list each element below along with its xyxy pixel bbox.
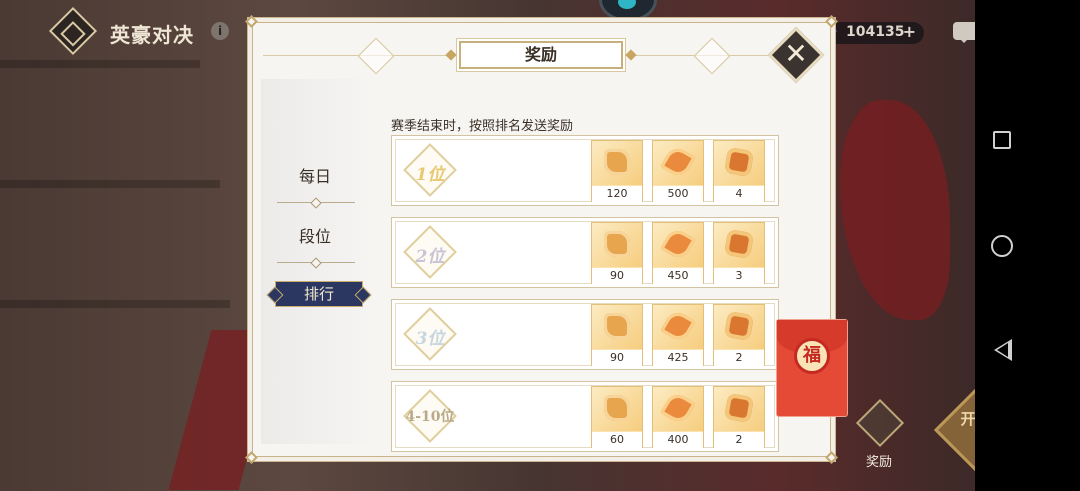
reward-quantity: 425 (653, 350, 703, 366)
reward-item[interactable]: 60 (591, 386, 643, 448)
puzzle-icon (604, 231, 630, 257)
sidebar-divider (277, 262, 355, 263)
fortune-seal-icon: 福 (794, 338, 830, 374)
reward-quantity: 120 (592, 186, 642, 202)
reward-item[interactable]: 425 (652, 304, 704, 366)
reward-art (592, 223, 642, 267)
reward-quantity: 60 (592, 432, 642, 448)
info-icon[interactable]: i (211, 22, 229, 40)
reward-quantity: 400 (653, 432, 703, 448)
sidebar-item-leaderboard[interactable]: 排行 (275, 281, 363, 307)
reward-quantity: 90 (592, 350, 642, 366)
close-button[interactable] (767, 26, 825, 84)
reward-description: 赛季结束时，按照排名发送奖励 (391, 119, 574, 134)
reward-quantity: 500 (653, 186, 703, 202)
reward-button-label: 奖励 (866, 455, 893, 470)
background-shelf (0, 180, 220, 188)
reward-quantity: 2 (714, 432, 764, 448)
reward-quantity: 4 (714, 186, 764, 202)
currency-display: 104135 + (821, 22, 924, 44)
rank-badge: 1位 (403, 143, 457, 197)
rank-label: 4-10位 (405, 409, 455, 425)
background-shelf (0, 300, 230, 308)
rank-label: 2位 (415, 247, 445, 267)
reward-button[interactable]: 奖励 (852, 398, 910, 474)
header-ornament (693, 37, 731, 75)
reward-item[interactable]: 3 (713, 222, 765, 284)
add-currency-button[interactable]: + (903, 22, 916, 41)
rank-reward-row: 4-10位 60 400 2 (391, 381, 779, 452)
reward-art (714, 387, 764, 431)
gem-icon (723, 310, 755, 342)
rank-badge: 2位 (403, 225, 457, 279)
reward-item[interactable]: 2 (713, 304, 765, 366)
recent-apps-icon[interactable] (993, 131, 1011, 149)
reward-art (714, 223, 764, 267)
reward-item[interactable]: 90 (591, 304, 643, 366)
rank-reward-row: 3位 90 425 2 (391, 299, 779, 370)
wing-icon (660, 226, 696, 262)
reward-box-icon (855, 398, 905, 448)
reward-item[interactable]: 450 (652, 222, 704, 284)
red-envelope-button[interactable]: 福 (776, 319, 848, 417)
puzzle-icon (604, 149, 630, 175)
reward-art (592, 387, 642, 431)
reward-item[interactable]: 2 (713, 386, 765, 448)
reward-quantity: 3 (714, 268, 764, 284)
gem-icon (723, 392, 755, 424)
reward-art (714, 141, 764, 185)
gem-icon (723, 228, 755, 260)
reward-art (653, 305, 703, 349)
rank-badge: 4-10位 (403, 389, 457, 443)
sidebar-item-rank-tier[interactable]: 段位 (261, 223, 369, 247)
rank-reward-row: 2位 90 450 3 (391, 217, 779, 288)
reward-item[interactable]: 120 (591, 140, 643, 202)
reward-art (653, 223, 703, 267)
home-nav-icon[interactable] (991, 235, 1013, 257)
wing-icon (660, 390, 696, 426)
background-shelf (0, 60, 200, 68)
reward-art (653, 141, 703, 185)
page-title: 英豪对决 (110, 23, 194, 47)
reward-art (592, 305, 642, 349)
rank-label: 1位 (415, 165, 445, 185)
reward-art (592, 141, 642, 185)
rank-reward-row: 1位 120 500 4 (391, 135, 779, 206)
reward-modal: 奖励 ✕ 每日 段位 排行 赛季结束时，按照排名发送奖励 1位 120 500 … (245, 15, 838, 464)
modal-title: 奖励 (459, 41, 623, 69)
back-icon[interactable] (994, 339, 1012, 361)
reward-art (714, 305, 764, 349)
reward-item[interactable]: 500 (652, 140, 704, 202)
reward-item[interactable]: 90 (591, 222, 643, 284)
sidebar-divider (277, 202, 355, 203)
reward-item[interactable]: 4 (713, 140, 765, 202)
reward-sidebar: 每日 段位 排行 (261, 79, 369, 444)
reward-quantity: 90 (592, 268, 642, 284)
wing-icon (660, 144, 696, 180)
rank-badge: 3位 (403, 307, 457, 361)
reward-quantity: 450 (653, 268, 703, 284)
reward-quantity: 2 (714, 350, 764, 366)
gem-icon (723, 146, 755, 178)
puzzle-icon (604, 313, 630, 339)
reward-art (653, 387, 703, 431)
background-emblem (840, 100, 950, 320)
rank-label: 3位 (415, 329, 445, 349)
currency-value: 104135 (846, 24, 905, 40)
wing-icon (660, 308, 696, 344)
sidebar-item-daily[interactable]: 每日 (261, 163, 369, 187)
puzzle-icon (604, 395, 630, 421)
header-ornament (357, 37, 395, 75)
reward-item[interactable]: 400 (652, 386, 704, 448)
